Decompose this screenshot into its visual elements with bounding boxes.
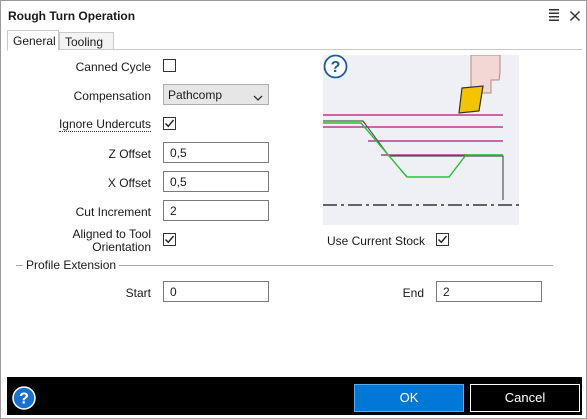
svg-text:?: ? xyxy=(19,391,29,408)
close-icon[interactable] xyxy=(570,10,580,21)
cut-increment-input[interactable]: 2 xyxy=(163,200,269,221)
title-bar: Rough Turn Operation xyxy=(1,1,586,29)
ignore-undercuts-checkbox[interactable] xyxy=(163,117,176,130)
start-input[interactable]: 0 xyxy=(163,281,269,302)
chevron-down-icon xyxy=(253,91,263,105)
question-help-icon[interactable]: ? xyxy=(323,54,348,82)
hamburger-menu-icon[interactable] xyxy=(549,9,559,22)
rough-turn-dialog: Rough Turn Operation General Tooling Can… xyxy=(0,0,587,419)
cancel-button[interactable]: Cancel xyxy=(470,384,580,412)
profile-extension-title: Profile Extension xyxy=(23,258,120,272)
use-current-stock-label: Use Current Stock xyxy=(326,234,425,248)
tab-tooling[interactable]: Tooling xyxy=(59,32,114,50)
svg-text:?: ? xyxy=(331,59,341,76)
tab-general[interactable]: General xyxy=(7,30,59,51)
compensation-select[interactable]: Pathcomp xyxy=(163,84,269,105)
z-offset-input[interactable]: 0,5 xyxy=(163,142,269,163)
x-offset-input[interactable]: 0,5 xyxy=(163,171,269,192)
compensation-value: Pathcomp xyxy=(168,88,223,102)
start-label: Start xyxy=(125,286,151,300)
aligned-to-tool-orientation-checkbox[interactable] xyxy=(163,233,176,246)
ok-button[interactable]: OK xyxy=(354,384,464,412)
aligned-to-tool-orientation-label: Aligned to Tool Orientation xyxy=(72,227,151,254)
canned-cycle-label: Canned Cycle xyxy=(75,60,151,74)
rough-turn-preview-image xyxy=(323,54,519,225)
ignore-undercuts-label: Ignore Undercuts xyxy=(58,117,151,132)
cut-increment-label: Cut Increment xyxy=(75,205,151,219)
z-offset-label: Z Offset xyxy=(108,147,151,161)
end-label: End xyxy=(402,286,424,300)
compensation-label: Compensation xyxy=(73,89,151,103)
end-input[interactable]: 2 xyxy=(436,281,542,302)
help-circle-icon[interactable]: ? xyxy=(12,386,36,413)
canned-cycle-checkbox[interactable] xyxy=(163,59,176,72)
use-current-stock-checkbox[interactable] xyxy=(436,233,449,246)
window-title: Rough Turn Operation xyxy=(8,9,136,23)
x-offset-label: X Offset xyxy=(107,176,151,190)
